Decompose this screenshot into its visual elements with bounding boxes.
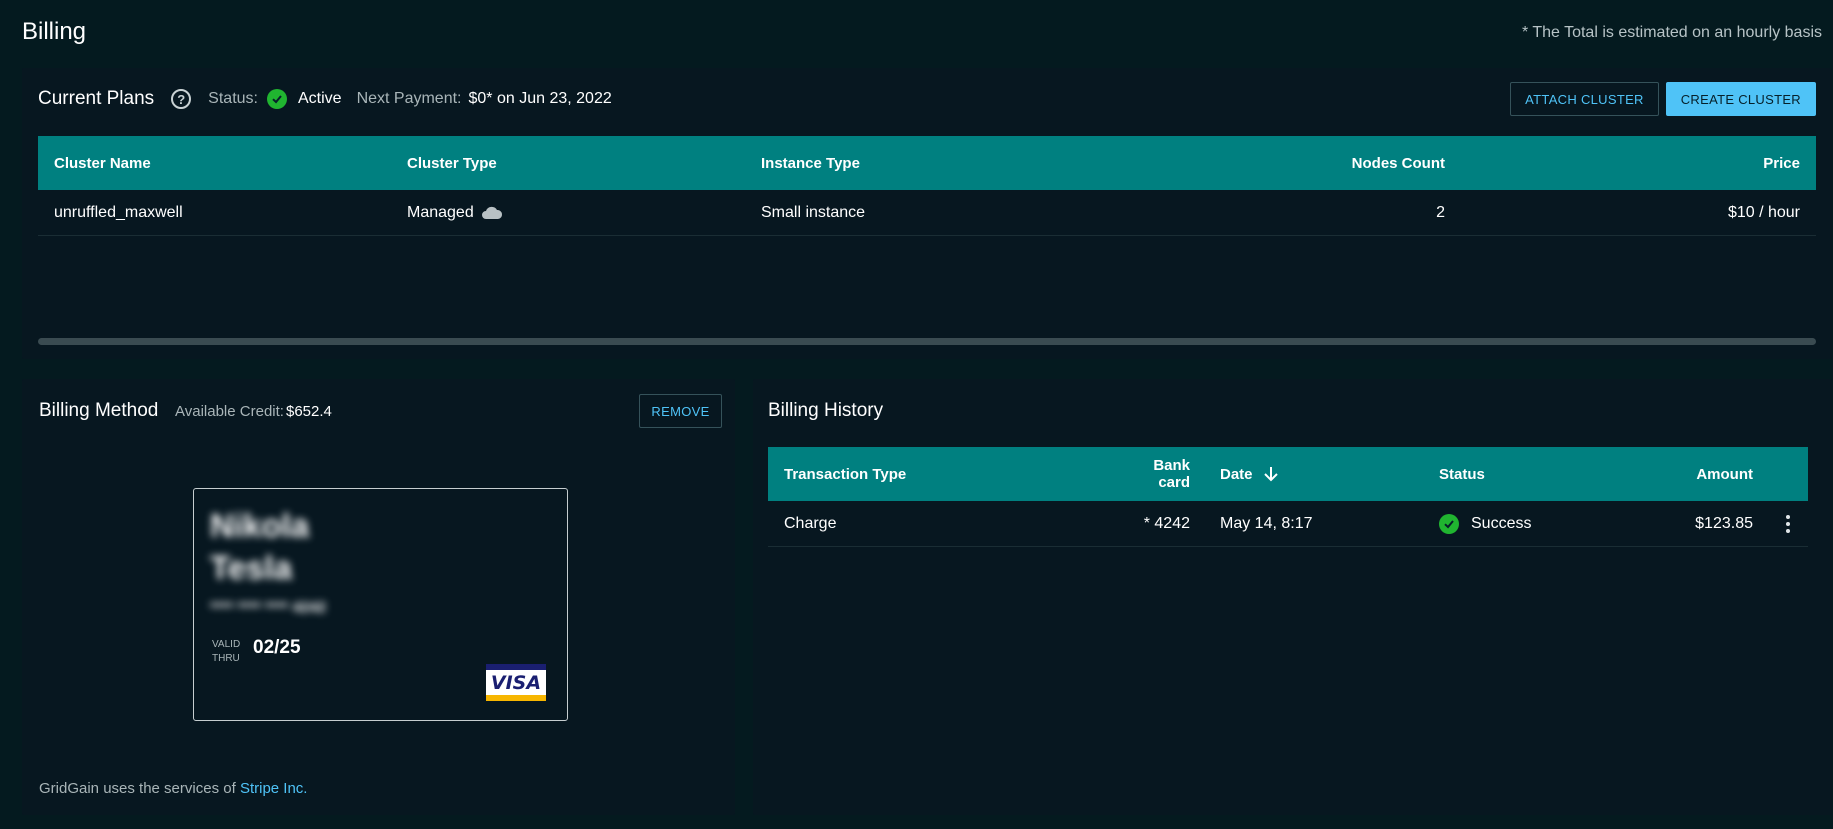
date-cell: May 14, 8:17	[1220, 514, 1313, 532]
more-options-icon[interactable]	[1786, 514, 1790, 533]
amount-cell: $123.85	[1695, 514, 1753, 532]
column-header-date-label: Date	[1220, 465, 1253, 483]
sort-arrow-down-icon[interactable]	[1263, 465, 1279, 483]
current-plans-title: Current Plans	[38, 88, 155, 109]
column-header-instance-type[interactable]: Instance Type	[761, 155, 860, 172]
column-header-bank-card[interactable]: Bank card	[1128, 457, 1190, 491]
cloud-icon	[481, 206, 502, 219]
check-circle-icon	[1439, 513, 1459, 534]
cluster-type-cell: Managed	[407, 204, 503, 222]
horizontal-scrollbar[interactable]	[38, 338, 1816, 345]
billing-method-panel: Billing Method Available Credit: $652.4 …	[22, 379, 735, 815]
help-icon[interactable]: ?	[171, 89, 192, 109]
valid-thru-label-2: THRU	[212, 653, 240, 664]
bank-card-cell: * 4242	[1143, 514, 1190, 532]
billing-history-panel: Billing History Transaction Type Bank ca…	[753, 379, 1832, 815]
stripe-link[interactable]: Stripe Inc.	[240, 780, 308, 797]
stripe-footer: GridGain uses the services of Stripe Inc…	[39, 780, 307, 797]
valid-thru-label-1: VALID	[212, 639, 241, 650]
visa-logo: VISA	[486, 664, 546, 701]
billing-method-title: Billing Method	[39, 400, 159, 421]
cluster-type-text: Managed	[407, 203, 474, 221]
current-plans-panel: Current Plans ? Status: Active Next Paym…	[22, 68, 1832, 359]
card-expiry: 02/25	[253, 637, 301, 658]
clusters-table-header: Cluster Name Cluster Type Instance Type …	[38, 136, 1816, 190]
billing-history-table: Transaction Type Bank card Date Status A…	[768, 447, 1808, 547]
instance-type-cell: Small instance	[761, 203, 866, 221]
cluster-name-cell[interactable]: unruffled_maxwell	[54, 204, 183, 222]
column-header-amount[interactable]: Amount	[1696, 466, 1753, 483]
column-header-status[interactable]: Status	[1439, 466, 1485, 483]
available-credit-value: $652.4	[286, 403, 332, 420]
table-row[interactable]: Charge * 4242 May 14, 8:17 Success $123.…	[768, 501, 1808, 547]
hourly-estimate-note: * The Total is estimated on an hourly ba…	[1521, 24, 1822, 41]
column-header-cluster-name[interactable]: Cluster Name	[54, 155, 151, 172]
nodes-count-cell: 2	[1436, 203, 1445, 221]
price-cell: $10 / hour	[1727, 203, 1800, 221]
credit-card: Nikola Tesla **** **** **** 4242 VALID T…	[193, 488, 568, 721]
column-header-nodes-count[interactable]: Nodes Count	[1352, 155, 1445, 172]
status-text: Success	[1471, 514, 1532, 532]
card-number: **** **** **** 4242	[210, 599, 326, 616]
column-header-transaction-type[interactable]: Transaction Type	[784, 466, 906, 483]
create-cluster-button[interactable]: CREATE CLUSTER	[1665, 82, 1816, 116]
column-header-date[interactable]: Date	[1220, 465, 1279, 483]
column-header-cluster-type[interactable]: Cluster Type	[407, 155, 497, 172]
column-header-price[interactable]: Price	[1763, 155, 1800, 172]
stripe-footer-text: GridGain uses the services of	[39, 780, 236, 797]
available-credit-label: Available Credit:	[175, 403, 284, 420]
next-payment-value: $0* on Jun 23, 2022	[468, 90, 612, 107]
status-value: Active	[297, 90, 342, 107]
clusters-table: Cluster Name Cluster Type Instance Type …	[38, 136, 1816, 236]
billing-history-title: Billing History	[768, 400, 884, 421]
visa-logo-text: VISA	[490, 671, 542, 694]
next-payment-label: Next Payment:	[356, 90, 462, 107]
remove-card-button[interactable]: REMOVE	[639, 394, 722, 428]
transaction-type-cell: Charge	[784, 514, 837, 532]
cardholder-first-name: Nikola	[210, 507, 310, 544]
cardholder-last-name: Tesla	[210, 549, 292, 586]
current-plans-header: Current Plans ? Status: Active Next Paym…	[38, 68, 1816, 130]
status-label: Status:	[208, 90, 258, 107]
table-row[interactable]: unruffled_maxwell Managed Small instance…	[38, 190, 1816, 236]
billing-history-header: Transaction Type Bank card Date Status A…	[768, 447, 1808, 501]
check-circle-icon	[266, 89, 287, 109]
page-title: Billing	[22, 18, 87, 45]
status-cell: Success	[1439, 513, 1532, 534]
attach-cluster-button[interactable]: ATTACH CLUSTER	[1510, 82, 1659, 116]
